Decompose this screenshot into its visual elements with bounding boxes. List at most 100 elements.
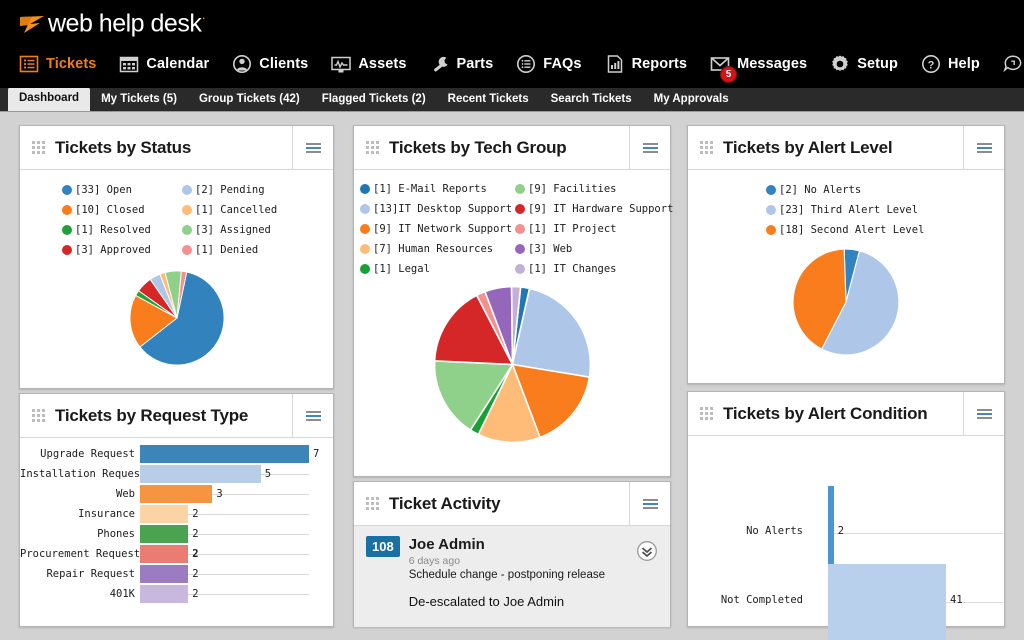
widget-ticket-activity: Ticket Activity 108 Joe Admin 6 days ago… bbox=[353, 481, 671, 627]
legend-item: [23] Third Alert Level bbox=[766, 200, 1004, 220]
legend-label: [10] Closed bbox=[75, 200, 145, 220]
grid-line bbox=[828, 533, 1003, 534]
widget-body: [1] E-Mail Reports [9] Facilities [13]IT… bbox=[354, 170, 670, 477]
hamburger-icon[interactable] bbox=[629, 482, 670, 525]
nav-item-reports[interactable]: Reports bbox=[604, 53, 688, 75]
legend-label: [9] IT Network Support bbox=[373, 219, 512, 239]
drag-grip-icon[interactable] bbox=[366, 141, 380, 155]
legend-label: [23] Third Alert Level bbox=[779, 200, 918, 220]
hamburger-icon[interactable] bbox=[292, 394, 333, 437]
chart-legend: [33] Open [2] Pending [10] Closed [1] Ca… bbox=[20, 170, 333, 260]
widget-tickets-by-request-type: Tickets by Request Type Upgrade Request7… bbox=[19, 393, 334, 627]
tab-my-approvals[interactable]: My Approvals bbox=[643, 89, 740, 111]
bar-label: Upgrade Request bbox=[20, 448, 140, 460]
legend-swatch bbox=[360, 244, 370, 254]
nav-label: Assets bbox=[358, 56, 406, 72]
tab-dashboard[interactable]: Dashboard bbox=[8, 87, 90, 111]
drag-grip-icon[interactable] bbox=[366, 497, 380, 511]
bar bbox=[140, 485, 212, 503]
tab-group-tickets[interactable]: Group Tickets (42) bbox=[188, 89, 311, 111]
wrench-icon bbox=[429, 53, 451, 75]
nav-item-parts[interactable]: Parts bbox=[429, 53, 494, 75]
bar bbox=[828, 564, 946, 640]
bar-value: 2 bbox=[188, 548, 198, 560]
hamburger-icon[interactable] bbox=[629, 126, 670, 169]
legend-swatch bbox=[360, 204, 370, 214]
bar-value: 7 bbox=[309, 448, 319, 460]
nav-item-help[interactable]: ? Help bbox=[920, 53, 980, 75]
bar-chart-alert-condition: No Alerts2Not Completed41 bbox=[688, 436, 1004, 627]
drag-grip-icon[interactable] bbox=[32, 141, 46, 155]
nav-item-tickets[interactable]: Tickets bbox=[18, 53, 96, 75]
brand-logo[interactable]: web help desk· bbox=[0, 0, 1024, 42]
nav-item-messages[interactable]: 5 Messages bbox=[709, 53, 807, 75]
legend-label: [1] E-Mail Reports bbox=[373, 179, 487, 199]
nav-label: Tickets bbox=[46, 56, 96, 72]
legend-item: [18] Second Alert Level bbox=[766, 220, 1004, 240]
bar-value: 41 bbox=[950, 594, 963, 606]
chart-legend: [1] E-Mail Reports [9] Facilities [13]IT… bbox=[354, 170, 670, 279]
legend-item: [7] Human Resources bbox=[360, 239, 515, 259]
legend-item: [1] Denied bbox=[182, 240, 302, 260]
widget-body: Upgrade Request7Installation Request5Web… bbox=[20, 438, 333, 627]
legend-label: [1] IT Changes bbox=[528, 259, 617, 279]
nav-item-assets[interactable]: Assets bbox=[330, 53, 406, 75]
brand-name: web help desk· bbox=[48, 9, 206, 38]
nav-label: Messages bbox=[737, 56, 807, 72]
tab-strip: Dashboard My Tickets (5) Group Tickets (… bbox=[0, 88, 1024, 112]
legend-label: [3] Approved bbox=[75, 240, 151, 260]
chevron-double-down-icon[interactable] bbox=[636, 540, 658, 562]
nav-item-faqs[interactable]: FAQs bbox=[515, 53, 581, 75]
nav-item-thwack[interactable]: Thwack bbox=[1002, 53, 1024, 75]
widget-title: Tickets by Tech Group bbox=[389, 138, 629, 158]
messages-badge: 5 bbox=[720, 66, 737, 83]
question-icon: ? bbox=[920, 53, 942, 75]
bar bbox=[140, 465, 261, 483]
hamburger-icon[interactable] bbox=[963, 126, 1004, 169]
nav-label: Parts bbox=[457, 56, 494, 72]
bar-value: 2 bbox=[188, 528, 198, 540]
bar-row: Installation Request5 bbox=[20, 464, 333, 484]
nav-item-clients[interactable]: Clients bbox=[231, 53, 308, 75]
legend-item: [3] Assigned bbox=[182, 220, 302, 240]
legend-label: [18] Second Alert Level bbox=[779, 220, 924, 240]
legend-item: [1] Cancelled bbox=[182, 200, 302, 220]
drag-grip-icon[interactable] bbox=[700, 141, 714, 155]
legend-swatch bbox=[360, 184, 370, 194]
widget-body: No Alerts2Not Completed41 bbox=[688, 436, 1004, 627]
bar-row: Repair Request2 bbox=[20, 564, 333, 584]
tab-flagged-tickets[interactable]: Flagged Tickets (2) bbox=[311, 89, 437, 111]
tab-search-tickets[interactable]: Search Tickets bbox=[540, 89, 643, 111]
nav-label: FAQs bbox=[543, 56, 581, 72]
drag-grip-icon[interactable] bbox=[700, 407, 714, 421]
activity-item[interactable]: 108 Joe Admin 6 days ago Schedule change… bbox=[366, 536, 658, 609]
drag-grip-icon[interactable] bbox=[32, 409, 46, 423]
list-icon bbox=[18, 53, 40, 75]
nav-label: Help bbox=[948, 56, 980, 72]
nav-item-setup[interactable]: Setup bbox=[829, 53, 898, 75]
widget-header: Tickets by Alert Condition bbox=[688, 392, 1004, 436]
tab-my-tickets[interactable]: My Tickets (5) bbox=[90, 89, 188, 111]
legend-label: [7] Human Resources bbox=[373, 239, 493, 259]
hamburger-icon[interactable] bbox=[292, 126, 333, 169]
bar-row: Upgrade Request 7 bbox=[20, 444, 333, 464]
bar bbox=[140, 545, 188, 563]
ticket-number-badge[interactable]: 108 bbox=[366, 536, 400, 557]
faq-icon bbox=[515, 53, 537, 75]
chart-legend: [2] No Alerts [23] Third Alert Level [18… bbox=[688, 170, 1004, 240]
nav-item-calendar[interactable]: Calendar bbox=[118, 53, 209, 75]
bar-value: 3 bbox=[212, 488, 222, 500]
tab-recent-tickets[interactable]: Recent Tickets bbox=[437, 89, 540, 111]
legend-item: [1] IT Changes bbox=[515, 259, 675, 279]
pie-svg bbox=[792, 248, 900, 356]
hamburger-icon[interactable] bbox=[963, 392, 1004, 435]
legend-item: [1] E-Mail Reports bbox=[360, 179, 515, 199]
legend-item: [1] IT Project bbox=[515, 219, 675, 239]
bar bbox=[140, 505, 188, 523]
legend-item: [3] Web bbox=[515, 239, 675, 259]
activity-content: Joe Admin 6 days ago Schedule change - p… bbox=[409, 536, 658, 609]
bar-label: Not Completed bbox=[688, 594, 803, 606]
thwack-icon bbox=[1002, 53, 1024, 75]
legend-label: [2] No Alerts bbox=[779, 180, 861, 200]
legend-item: [2] Pending bbox=[182, 180, 302, 200]
